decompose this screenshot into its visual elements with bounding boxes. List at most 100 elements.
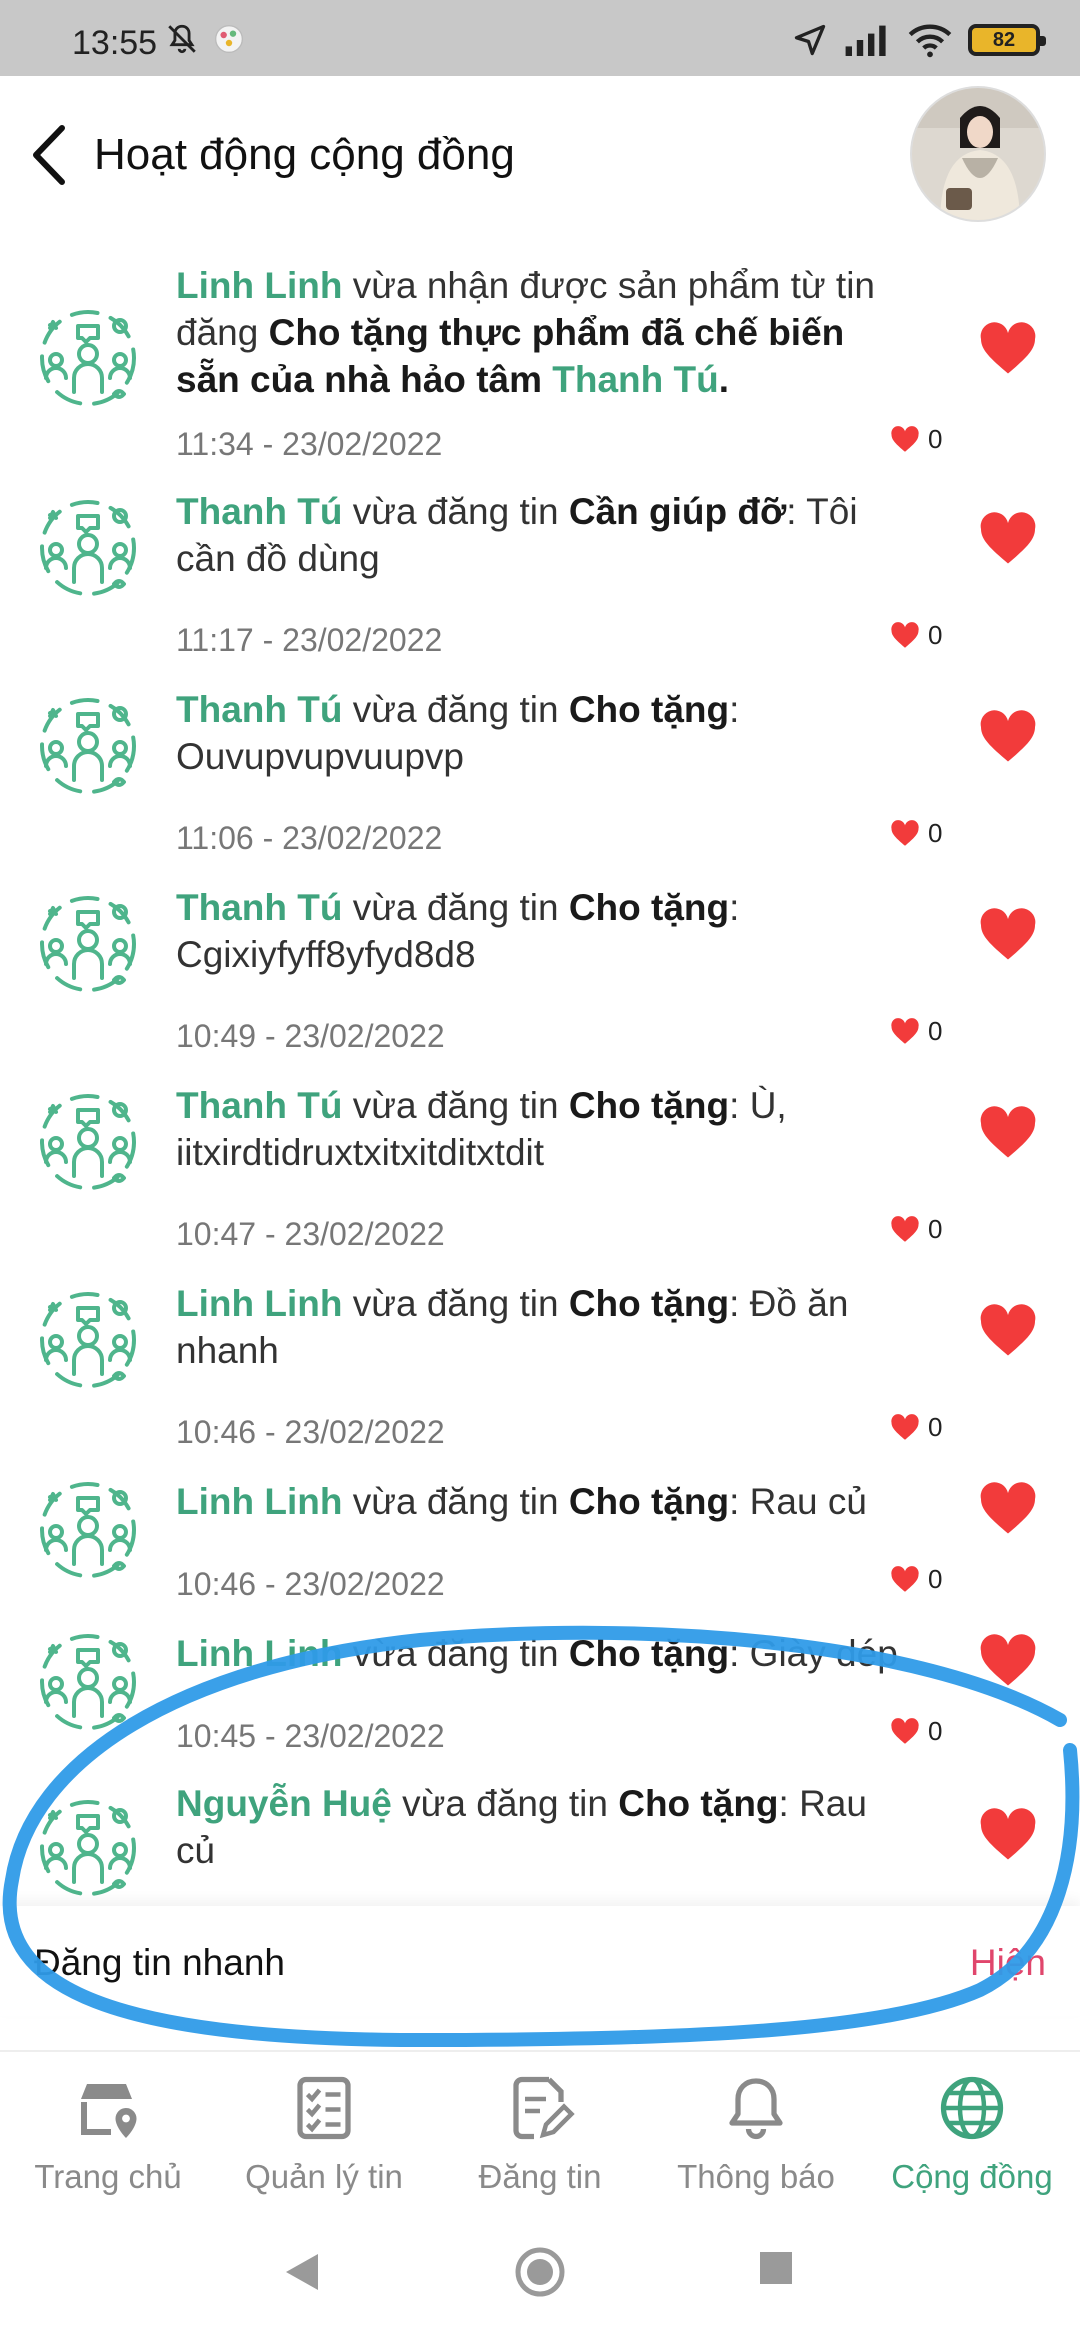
nav-community-label: Cộng đồng (891, 2158, 1053, 2195)
bottom-nav: Trang chủ Quản lý tin Đăng tin Thông báo… (0, 2050, 1080, 2210)
community-icon (34, 494, 142, 602)
system-recents-icon[interactable] (758, 2250, 794, 2286)
status-left-icons (165, 22, 245, 56)
heart-icon[interactable] (978, 1106, 1038, 1160)
community-icon (34, 1476, 142, 1584)
nav-manage[interactable]: Quản lý tin (216, 2072, 432, 2196)
nav-post[interactable]: Đăng tin (432, 2072, 648, 2196)
activity-time: 10:46 - 23/02/2022 (176, 1414, 445, 1450)
avatar-photo (912, 88, 1044, 220)
like-count: 0 (890, 1214, 942, 1245)
nav-community[interactable]: Cộng đồng (864, 2072, 1080, 2196)
community-icon (34, 1628, 142, 1736)
small-heart-icon (890, 622, 920, 649)
quick-post-label: Đăng tin nhanh (34, 1942, 285, 1983)
activity-time: 10:49 - 23/02/2022 (176, 1018, 445, 1054)
activity-category: Cho tặng (618, 1783, 779, 1824)
checklist-icon (297, 2076, 351, 2140)
back-arrow-icon[interactable] (26, 120, 76, 190)
nav-manage-label: Quản lý tin (245, 2158, 403, 2195)
like-count-value: 0 (928, 1564, 943, 1594)
location-arrow-icon (794, 24, 826, 56)
heart-icon[interactable] (978, 1304, 1038, 1358)
small-heart-icon (890, 1216, 920, 1243)
nav-home-label: Trang chủ (34, 2158, 182, 2195)
activity-time: 10:45 - 23/02/2022 (176, 1718, 445, 1754)
activity-user[interactable]: Linh Linh (176, 265, 342, 306)
like-count-value: 0 (928, 1016, 943, 1046)
activity-action: vừa đăng tin (342, 1633, 569, 1674)
heart-icon[interactable] (978, 1634, 1038, 1688)
activity-time: 10:47 - 23/02/2022 (176, 1216, 445, 1252)
globe-icon (940, 2076, 1004, 2140)
like-count-value: 0 (928, 1716, 943, 1746)
battery-indicator: 82 (968, 24, 1046, 56)
heart-icon[interactable] (978, 1808, 1038, 1862)
quick-post-toggle[interactable]: Hiện (970, 1942, 1046, 1984)
like-count-value: 0 (928, 620, 943, 650)
system-home-icon[interactable] (514, 2246, 566, 2298)
activity-category: Cho tặng (568, 689, 730, 730)
activity-donor[interactable]: Thanh Tú (552, 359, 718, 400)
activity-post-title[interactable]: Cho tặng thực phẩm đã chế biến sẵn của n… (176, 312, 844, 400)
like-count: 0 (890, 1016, 942, 1047)
activity-user[interactable]: Thanh Tú (176, 491, 342, 532)
small-heart-icon (890, 1018, 920, 1045)
system-back-icon[interactable] (282, 2250, 322, 2294)
community-icon (34, 692, 142, 800)
activity-user[interactable]: Thanh Tú (176, 689, 342, 730)
battery-level: 82 (992, 28, 1016, 51)
activity-user[interactable]: Linh Linh (176, 1633, 342, 1674)
activity-user[interactable]: Linh Linh (176, 1481, 342, 1522)
activity-user[interactable]: Thanh Tú (176, 887, 342, 928)
activity-feed[interactable]: Linh Linh vừa nhận được sản phẩm từ tin … (0, 236, 1080, 1906)
small-heart-icon (890, 1718, 920, 1745)
activity-user[interactable]: Nguyễn Huệ (176, 1783, 392, 1824)
quick-post-bar[interactable]: Đăng tin nhanh Hiện (0, 1906, 1080, 2016)
like-count-value: 0 (928, 1412, 943, 1442)
community-icon (34, 890, 142, 998)
activity-text: Nguyễn Huệ vừa đăng tin Cho tặng: Rau củ (176, 1780, 916, 1874)
wifi-icon (908, 24, 952, 58)
activity-text: Thanh Tú vừa đăng tin Cần giúp đỡ: Tôi c… (176, 488, 916, 582)
heart-icon[interactable] (978, 710, 1038, 764)
activity-time: 11:34 - 23/02/2022 (176, 426, 443, 462)
nav-notify-label: Thông báo (677, 2158, 835, 2195)
heart-icon[interactable] (978, 322, 1038, 376)
bell-icon (729, 2078, 783, 2140)
like-count-value: 0 (928, 1214, 943, 1244)
page-header: Hoạt động cộng đồng (0, 76, 1080, 236)
activity-category: Cho tặng (568, 1633, 730, 1674)
nav-home[interactable]: Trang chủ (0, 2072, 216, 2196)
community-icon (34, 1088, 142, 1196)
like-count: 0 (890, 818, 942, 849)
activity-time: 10:46 - 23/02/2022 (176, 1566, 445, 1602)
small-heart-icon (890, 1414, 920, 1441)
activity-category: Cho tặng (568, 1283, 730, 1324)
status-bar: 13:55 82 (0, 0, 1080, 76)
like-count-value: 0 (928, 424, 943, 454)
avatar[interactable] (910, 86, 1046, 222)
heart-icon[interactable] (978, 908, 1038, 962)
community-icon (34, 304, 142, 412)
activity-tail: . (718, 359, 730, 400)
heart-icon[interactable] (978, 512, 1038, 566)
edit-document-icon (513, 2076, 575, 2140)
activity-category: Cần giúp đỡ (568, 491, 787, 532)
community-icon (34, 1286, 142, 1394)
nav-post-label: Đăng tin (478, 2158, 602, 2195)
like-count: 0 (890, 424, 942, 455)
system-nav-bar (0, 2210, 1080, 2340)
like-count-value: 0 (928, 818, 943, 848)
activity-content: : Giày dép (729, 1633, 898, 1674)
heart-icon[interactable] (978, 1482, 1038, 1536)
like-count: 0 (890, 620, 942, 651)
activity-action: vừa đăng tin (342, 1283, 569, 1324)
activity-category: Cho tặng (568, 887, 730, 928)
status-right-icons: 82 (792, 22, 1046, 58)
activity-user[interactable]: Linh Linh (176, 1283, 342, 1324)
nav-notify[interactable]: Thông báo (648, 2072, 864, 2196)
activity-action: vừa đăng tin (391, 1783, 619, 1824)
activity-content: : Rau củ (729, 1481, 867, 1522)
activity-user[interactable]: Thanh Tú (176, 1085, 342, 1126)
